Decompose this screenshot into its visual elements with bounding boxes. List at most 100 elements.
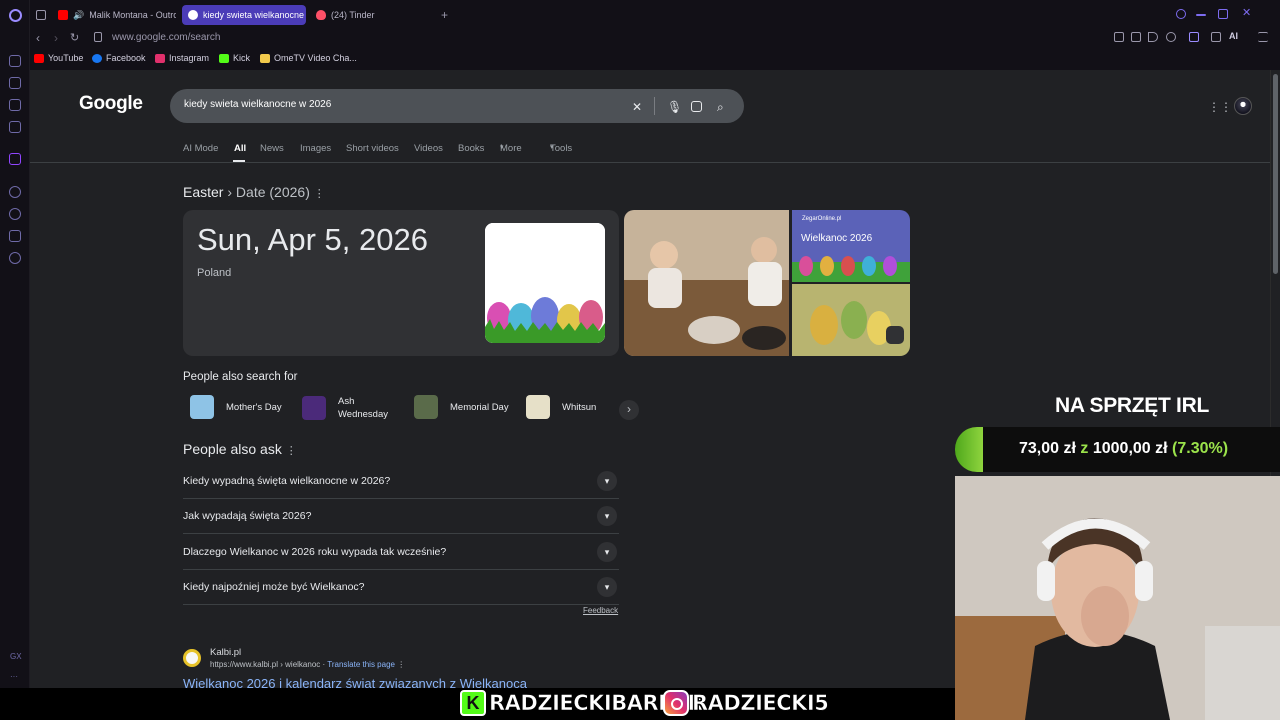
scrollbar-thumb[interactable] — [1273, 74, 1278, 274]
bookmark-kick[interactable]: Kick — [219, 53, 250, 63]
related-whitsun[interactable]: Whitsun — [526, 395, 596, 419]
tab-books[interactable]: Books — [458, 143, 484, 154]
answer-heading: Easter › Date (2026) ⋮ — [183, 184, 325, 200]
chevron-down-icon[interactable]: ▾ — [597, 506, 617, 526]
mothers-day-thumbnail — [190, 395, 214, 419]
twitch-icon[interactable] — [9, 153, 21, 165]
tab-label: kiedy swieta wielkanocne — [203, 10, 305, 20]
people-also-search-title: People also search for — [183, 371, 298, 383]
chip-label-line1: Ash — [338, 396, 355, 407]
answer-subject[interactable]: Easter — [183, 184, 223, 200]
refresh-icon[interactable] — [9, 55, 21, 67]
tab-google-search[interactable]: kiedy swieta wielkanocne — [182, 5, 306, 25]
webcam-feed — [955, 476, 1280, 720]
paa-question[interactable]: Dlaczego Wielkanoc w 2026 roku wypada ta… — [183, 535, 619, 570]
minimize-icon[interactable] — [1196, 14, 1206, 16]
maximize-icon[interactable] — [1218, 9, 1228, 19]
player-icon[interactable] — [9, 186, 21, 198]
bookmark-label: Instagram — [169, 53, 210, 63]
tinder-icon — [316, 10, 326, 20]
paa-question[interactable]: Kiedy wypadną święta wielkanocne w 2026?… — [183, 464, 619, 499]
download-icon[interactable] — [1211, 32, 1221, 42]
tab-videos[interactable]: Videos — [414, 143, 443, 154]
clear-icon[interactable]: ✕ — [632, 100, 642, 114]
avatar[interactable] — [1234, 97, 1252, 115]
tab-ai-mode[interactable]: AI Mode — [183, 143, 218, 154]
bookmark-label: Kick — [233, 53, 251, 63]
search-input[interactable]: kiedy swieta wielkanocne w 2026 — [184, 99, 331, 110]
donation-goal-text: 73,00 zł z 1000,00 zł (7.30%) — [1019, 440, 1228, 458]
tab-images[interactable]: Images — [300, 143, 331, 154]
tab-youtube[interactable]: 🔊 Malik Montana - Outro — [52, 5, 176, 25]
paa-question-text: Kiedy najpoźniej może być Wielkanoc? — [183, 581, 365, 593]
image-grid[interactable]: ZegarOnline.pl Wielkanoc 2026 — [624, 210, 910, 356]
paa-question[interactable]: Kiedy najpoźniej może być Wielkanoc? ▾ — [183, 570, 619, 605]
chevron-down-icon[interactable]: ▾ — [597, 542, 617, 562]
instagram-logo-icon — [663, 690, 689, 716]
paa-question[interactable]: Jak wypadają święta 2026? ▾ — [183, 499, 619, 534]
search-tabs-icon[interactable] — [1176, 9, 1186, 19]
bookmark-instagram[interactable]: Instagram — [155, 53, 209, 63]
ai-button[interactable]: AI — [1229, 31, 1238, 41]
history-icon[interactable] — [9, 208, 21, 220]
more-options-icon[interactable]: ⋮ — [286, 445, 297, 457]
settings-icon[interactable] — [9, 252, 21, 264]
tab-news[interactable]: News — [260, 143, 284, 154]
lens-icon[interactable] — [691, 101, 702, 112]
forward-icon[interactable]: › — [54, 31, 58, 45]
close-icon[interactable]: ✕ — [1242, 6, 1252, 19]
chevron-down-icon[interactable]: ▾ — [597, 471, 617, 491]
chip-label: Memorial Day — [450, 401, 509, 413]
url-field[interactable]: www.google.com/search — [112, 32, 220, 43]
chip-label: Ash Wednesday — [338, 395, 388, 421]
heart-icon[interactable] — [1166, 32, 1176, 42]
translate-link[interactable]: Translate this page — [327, 660, 395, 669]
google-icon — [188, 10, 198, 20]
result-title-link[interactable]: Wielkanoc 2026 i kalendarz świąt związan… — [183, 676, 527, 688]
opera-logo-icon[interactable] — [9, 9, 22, 22]
caret-down-icon: ▾ — [550, 144, 554, 151]
more-icon[interactable]: ··· — [10, 672, 18, 681]
back-icon[interactable]: ‹ — [36, 31, 40, 45]
bookmark-ometv[interactable]: OmeTV Video Cha... — [260, 53, 357, 63]
easter-eggs-image[interactable] — [485, 223, 605, 343]
search-box[interactable]: kiedy swieta wielkanocne w 2026 ✕ 🎙 ⌕ — [170, 89, 744, 123]
chevron-down-icon[interactable]: ▾ — [597, 577, 617, 597]
related-mothers-day[interactable]: Mother's Day — [190, 395, 282, 419]
memorial-day-thumbnail — [414, 395, 438, 419]
google-logo[interactable]: Google — [79, 93, 143, 115]
instagram-handle-text: RADZIECKI5 — [692, 691, 829, 716]
more-options-icon[interactable]: ⋮ — [397, 660, 405, 669]
ai-sidebar-icon[interactable] — [9, 77, 21, 89]
tab-bar: 🔊 Malik Montana - Outro kiedy swieta wie… — [30, 0, 1280, 28]
more-options-icon[interactable]: ⋮ — [314, 188, 325, 200]
tab-overview-icon[interactable] — [30, 5, 46, 25]
snapshot-icon[interactable] — [1131, 32, 1141, 42]
profile-icon[interactable] — [1189, 32, 1199, 42]
chip-label: Whitsun — [562, 401, 597, 413]
reload-icon[interactable]: ↻ — [70, 31, 79, 44]
menu-icon[interactable] — [1258, 32, 1268, 42]
chevron-right-icon[interactable]: › — [619, 400, 639, 420]
messenger-icon[interactable] — [9, 99, 21, 111]
player-icon[interactable] — [1148, 32, 1158, 42]
result-site-name[interactable]: Kalbi.pl — [210, 647, 241, 658]
bookmark-youtube[interactable]: YouTube — [34, 53, 83, 63]
feedback-link[interactable]: Feedback — [583, 606, 618, 615]
workspace-icon[interactable] — [9, 121, 21, 133]
related-ash-wednesday[interactable]: Ash Wednesday — [302, 395, 388, 421]
bookmark-icon[interactable] — [1114, 32, 1124, 42]
bookmark-facebook[interactable]: Facebook — [92, 53, 146, 63]
donation-goal-fill — [955, 427, 983, 472]
result-url-text[interactable]: https://www.kalbi.pl › wielkanoc — [210, 660, 320, 669]
new-tab-button[interactable]: + — [435, 5, 453, 25]
tab-short-videos[interactable]: Short videos — [346, 143, 399, 154]
search-icon[interactable]: ⌕ — [717, 100, 724, 115]
youtube-icon — [58, 10, 68, 20]
tab-tinder[interactable]: (24) Tinder — [310, 5, 420, 25]
extensions-icon[interactable] — [9, 230, 21, 242]
related-memorial-day[interactable]: Memorial Day — [414, 395, 509, 419]
microphone-icon[interactable]: 🎙 — [667, 100, 682, 114]
gx-label[interactable]: GX — [10, 652, 22, 661]
tab-all[interactable]: All — [234, 143, 246, 154]
